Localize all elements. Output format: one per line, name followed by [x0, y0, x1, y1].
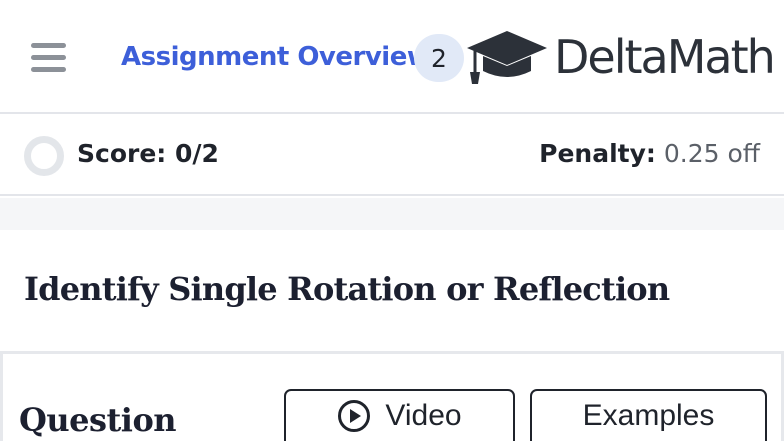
section-spacer [0, 198, 784, 230]
app: Assignment Overview 2 DeltaMath Score: 0… [0, 0, 784, 441]
video-button-label: Video [385, 399, 462, 432]
examples-button-label: Examples [582, 399, 715, 432]
examples-button[interactable]: Examples [530, 389, 767, 441]
menu-bar [31, 43, 66, 48]
graduation-cap-icon [467, 31, 547, 84]
video-button[interactable]: Video [284, 389, 515, 441]
logo-wordmark: DeltaMath [554, 30, 776, 84]
penalty-info: Penalty: 0.25 off [539, 139, 760, 168]
top-header: Assignment Overview 2 DeltaMath [0, 0, 784, 114]
penalty-label: Penalty: [539, 139, 656, 168]
penalty-value: 0.25 off [663, 139, 760, 168]
score-text: Score: 0/2 [77, 139, 219, 168]
problem-title: Identify Single Rotation or Reflection [24, 270, 670, 308]
menu-bar [31, 67, 66, 72]
question-card: Question Video Examples [0, 351, 784, 441]
question-heading: Question [19, 401, 177, 439]
deltamath-logo: DeltaMath [465, 28, 776, 84]
score-progress-ring [24, 136, 64, 176]
menu-bar [31, 55, 66, 60]
play-circle-icon [338, 400, 371, 432]
score-bar: Score: 0/2 Penalty: 0.25 off [0, 116, 784, 196]
problem-count-badge[interactable]: 2 [414, 34, 464, 82]
assignment-overview-link[interactable]: Assignment Overview [121, 42, 431, 72]
hamburger-menu-icon[interactable] [31, 43, 66, 73]
